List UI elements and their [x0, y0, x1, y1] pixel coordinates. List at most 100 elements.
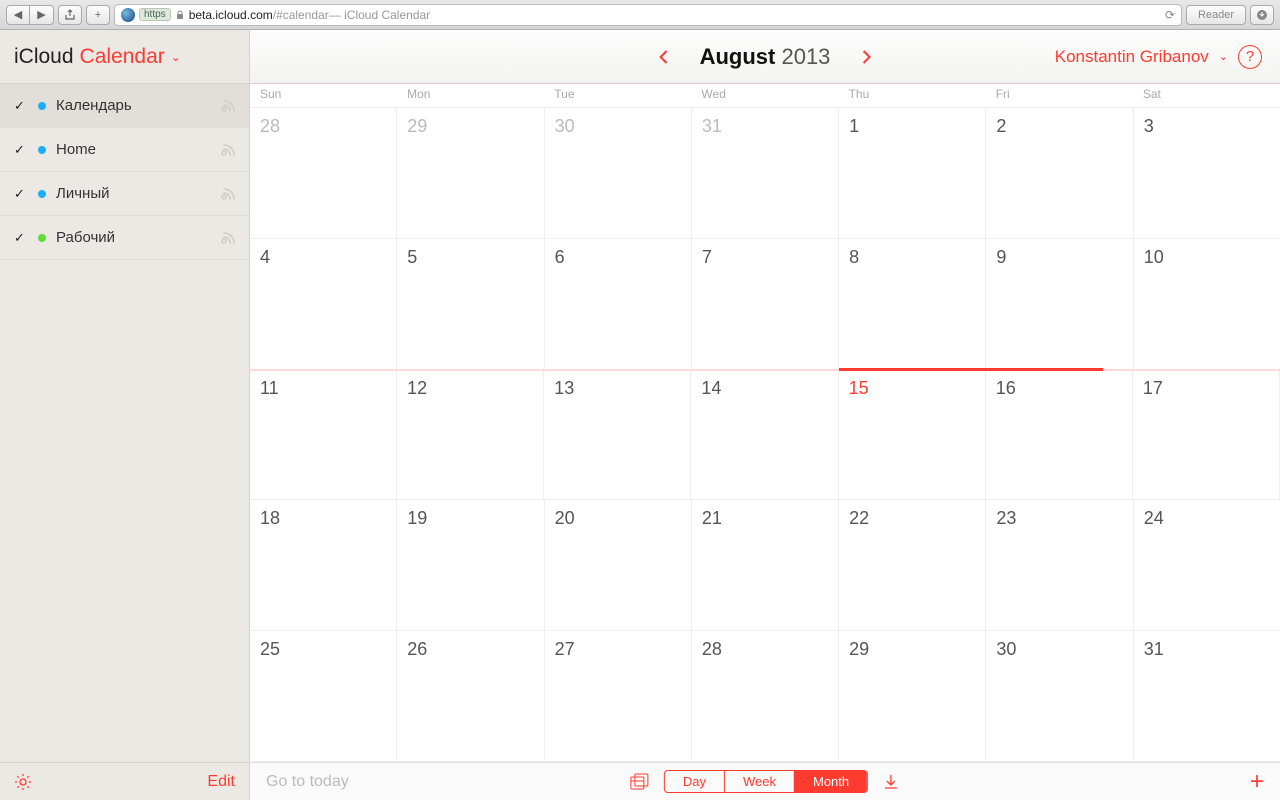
color-dot	[38, 190, 46, 198]
share-rss-icon[interactable]	[221, 186, 237, 202]
dow-label: Sat	[1133, 84, 1280, 107]
day-number: 2	[996, 116, 1122, 137]
week-row: 181920 21 22 23 24	[250, 500, 1280, 631]
dow-label: Thu	[839, 84, 986, 107]
day-cell[interactable]: 30	[986, 631, 1133, 761]
day-cell[interactable]: 19	[397, 500, 544, 630]
day-cell[interactable]: 22	[839, 500, 986, 630]
day-cell[interactable]: 12	[397, 370, 544, 500]
day-number: 30	[555, 116, 681, 137]
day-cell[interactable]: 14	[691, 370, 838, 500]
calendar-item[interactable]: ✓Home	[0, 128, 249, 172]
day-cell[interactable]: 9	[986, 239, 1133, 369]
globe-icon	[121, 8, 135, 22]
section-name: Calendar	[80, 45, 165, 69]
gear-icon[interactable]	[14, 773, 32, 791]
day-cell[interactable]: 8	[839, 239, 986, 369]
edit-button[interactable]: Edit	[207, 773, 235, 791]
chevron-down-icon: ⌄	[1219, 50, 1228, 63]
forward-button[interactable]: ▶	[30, 5, 54, 25]
day-number: 29	[407, 116, 533, 137]
day-cell[interactable]: 30	[545, 108, 692, 238]
day-cell[interactable]: 6	[545, 239, 692, 369]
url-scheme: https	[139, 8, 171, 21]
go-to-today-button[interactable]: Go to today	[266, 773, 349, 791]
add-button[interactable]: +	[86, 5, 110, 25]
url-title: — iCloud Calendar	[329, 8, 430, 22]
day-cell[interactable]: 16	[986, 370, 1133, 500]
day-cell[interactable]: 23	[986, 500, 1133, 630]
back-button[interactable]: ◀	[6, 5, 30, 25]
view-week-button[interactable]: Week	[724, 771, 794, 792]
day-cell[interactable]: 15	[839, 370, 986, 500]
day-number: 21	[702, 508, 828, 529]
day-number: 22	[849, 508, 975, 529]
calendar-item[interactable]: ✓Календарь	[0, 84, 249, 128]
week-row: 28 29 30 31123	[250, 108, 1280, 239]
app-name: iCloud	[14, 45, 74, 69]
day-cell[interactable]: 29	[839, 631, 986, 761]
day-cell[interactable]: 28	[692, 631, 839, 761]
address-bar[interactable]: https beta.icloud.com /#calendar — iClou…	[114, 4, 1182, 26]
user-name[interactable]: Konstantin Gribanov	[1055, 47, 1209, 67]
day-cell[interactable]: 29	[397, 108, 544, 238]
reader-button[interactable]: Reader	[1186, 5, 1246, 25]
day-number: 13	[554, 378, 680, 399]
calendar-item[interactable]: ✓Личный	[0, 172, 249, 216]
sidebar-header[interactable]: iCloud Calendar ⌄	[0, 30, 249, 84]
day-number: 11	[260, 378, 386, 399]
day-cell[interactable]: 25	[250, 631, 397, 761]
reload-icon[interactable]: ⟳	[1165, 8, 1175, 22]
share-rss-icon[interactable]	[221, 98, 237, 114]
calendar-item[interactable]: ✓Рабочий	[0, 216, 249, 260]
main-area: August 2013 Konstantin Gribanov ⌄ ? SunM…	[250, 30, 1280, 800]
day-number: 7	[702, 247, 828, 268]
day-number: 17	[1143, 378, 1269, 399]
weeks-container: 2829303112345678910111213141516171819202…	[250, 108, 1280, 762]
day-number: 25	[260, 639, 386, 660]
view-day-button[interactable]: Day	[665, 771, 724, 792]
day-cell[interactable]: 10	[1134, 239, 1280, 369]
day-cell[interactable]: 5	[397, 239, 544, 369]
day-cell[interactable]: 26	[397, 631, 544, 761]
day-cell[interactable]: 18	[250, 500, 397, 630]
day-cell[interactable]: 20	[545, 500, 692, 630]
day-cell[interactable]: 13	[544, 370, 691, 500]
day-number: 24	[1144, 508, 1270, 529]
download-icon[interactable]	[882, 773, 900, 791]
downloads-button[interactable]	[1250, 5, 1274, 25]
share-button[interactable]	[58, 5, 82, 25]
week-row: 45678910	[250, 239, 1280, 370]
dow-label: Tue	[544, 84, 691, 107]
day-cell[interactable]: 2	[986, 108, 1133, 238]
day-cell[interactable]: 31	[1134, 631, 1280, 761]
day-cell[interactable]: 31	[692, 108, 839, 238]
day-cell[interactable]: 7	[692, 239, 839, 369]
day-number: 26	[407, 639, 533, 660]
day-cell[interactable]: 11	[250, 370, 397, 500]
day-cell[interactable]: 1	[839, 108, 986, 238]
day-number: 15	[849, 378, 975, 399]
day-cell[interactable]: 21	[692, 500, 839, 630]
share-rss-icon[interactable]	[221, 230, 237, 246]
day-cell[interactable]: 28	[250, 108, 397, 238]
day-cell[interactable]: 3	[1134, 108, 1280, 238]
share-rss-icon[interactable]	[221, 142, 237, 158]
add-event-button[interactable]: +	[1250, 768, 1264, 796]
prev-month-button[interactable]	[650, 45, 678, 69]
sidebar-footer: Edit	[0, 762, 249, 800]
day-number: 4	[260, 247, 386, 268]
calendar-overlay-icon[interactable]	[630, 773, 650, 790]
day-cell[interactable]: 27	[545, 631, 692, 761]
next-month-button[interactable]	[852, 45, 880, 69]
today-line	[250, 369, 1280, 371]
view-month-button[interactable]: Month	[794, 771, 867, 792]
help-button[interactable]: ?	[1238, 45, 1262, 69]
check-icon: ✓	[14, 98, 28, 114]
today-marker	[839, 368, 1104, 371]
day-cell[interactable]: 4	[250, 239, 397, 369]
day-number: 14	[701, 378, 827, 399]
day-cell[interactable]: 17	[1133, 370, 1280, 500]
day-number: 27	[555, 639, 681, 660]
day-cell[interactable]: 24	[1134, 500, 1280, 630]
